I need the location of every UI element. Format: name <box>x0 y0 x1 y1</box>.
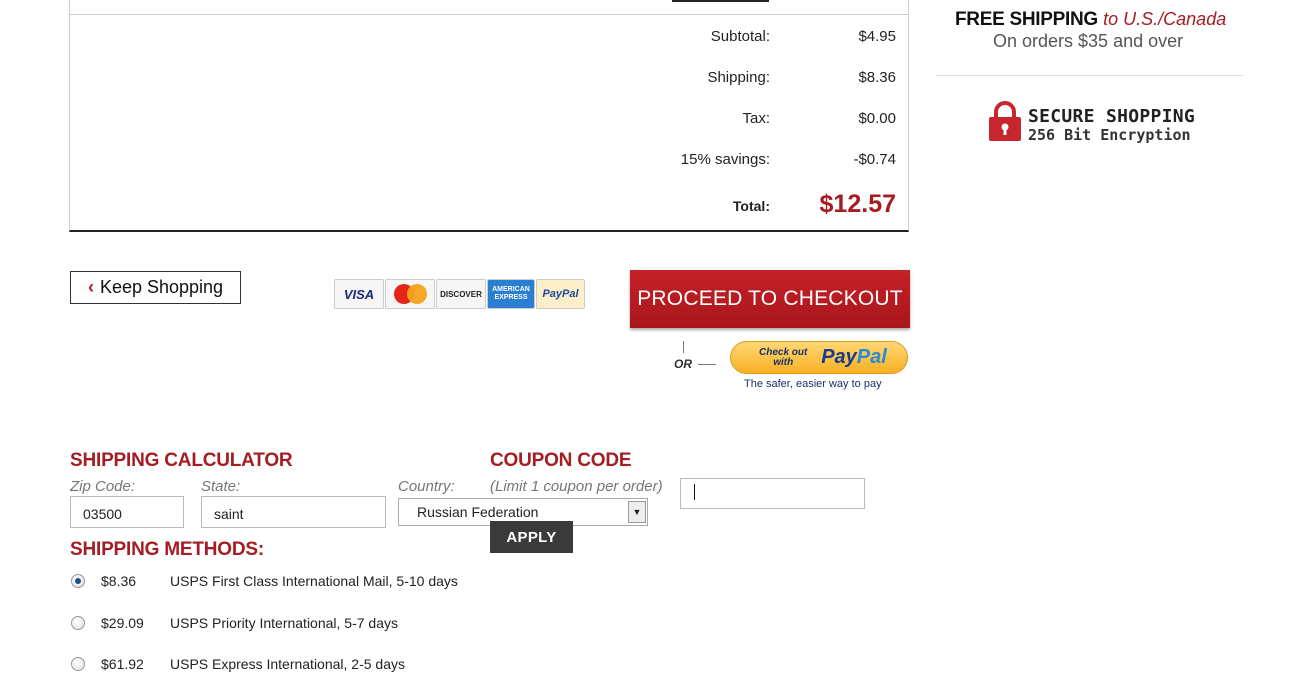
shipping-calculator-title: SHIPPING CALCULATOR <box>70 450 293 471</box>
method-description: USPS First Class International Mail, 5-1… <box>170 573 458 589</box>
method-radio-selected[interactable] <box>71 574 85 588</box>
dropdown-arrow-icon[interactable]: ▼ <box>628 501 646 523</box>
lock-icon <box>989 101 1021 141</box>
shipping-label: Shipping: <box>707 69 770 86</box>
text-cursor <box>694 484 695 500</box>
paypal-logo-pay: Pay <box>821 346 857 368</box>
visa-text: VISA <box>343 286 375 302</box>
zip-code-input[interactable]: 03500 <box>70 496 184 528</box>
apply-coupon-button[interactable]: APPLY <box>490 521 573 553</box>
savings-label: 15% savings: <box>680 151 770 168</box>
shipping-value: $8.36 <box>858 69 896 86</box>
country-selected-value: Russian Federation <box>417 504 539 520</box>
shipping-methods-title: SHIPPING METHODS: <box>70 539 265 560</box>
method-price: $61.92 <box>101 656 144 672</box>
amex-text: AMERICAN EXPRESS <box>492 286 530 301</box>
coupon-code-title: COUPON CODE <box>490 450 632 471</box>
subtotal-label: Subtotal: <box>710 28 770 45</box>
paypal-logo: PayPal <box>821 346 887 369</box>
proceed-to-checkout-button[interactable]: PROCEED TO CHECKOUT <box>630 270 910 328</box>
or-divider-vertical <box>683 341 684 353</box>
paypal-checkout-button[interactable]: Check out with PayPal <box>730 341 908 374</box>
method-description: USPS Priority International, 5-7 days <box>170 615 398 631</box>
state-label: State: <box>201 478 241 495</box>
discover-text: DISCOVER <box>440 289 482 299</box>
country-label: Country: <box>398 478 455 495</box>
method-radio[interactable] <box>71 616 85 630</box>
method-description: USPS Express International, 2-5 days <box>170 656 406 672</box>
keep-shopping-button[interactable]: ‹ Keep Shopping <box>70 271 241 304</box>
coupon-limit-note: (Limit 1 coupon per order) <box>490 478 663 495</box>
chevron-left-icon: ‹ <box>87 277 94 297</box>
zip-label: Zip Code: <box>70 478 136 495</box>
mastercard-card-icon <box>385 279 435 309</box>
free-shipping-subtitle: On orders $35 and over <box>993 31 1184 51</box>
tax-label: Tax: <box>742 110 770 127</box>
coupon-code-input[interactable] <box>680 478 865 509</box>
state-input[interactable]: saint <box>201 496 386 528</box>
amex-card-icon: AMERICAN EXPRESS <box>487 279 535 309</box>
paypal-logo-pal: Pal <box>856 346 887 368</box>
summary-divider <box>69 14 909 15</box>
or-divider-horizontal <box>698 364 716 365</box>
or-label: OR <box>674 357 692 371</box>
shipping-method-option[interactable]: $8.36 USPS First Class International Mai… <box>70 569 458 593</box>
paypal-tagline: The safer, easier way to pay <box>744 378 882 390</box>
savings-value: -$0.74 <box>853 151 896 168</box>
method-price: $8.36 <box>101 573 137 589</box>
keep-shopping-label: Keep Shopping <box>99 277 224 297</box>
method-price: $29.09 <box>101 615 144 631</box>
subtotal-value: $4.95 <box>858 28 896 45</box>
secure-shopping-title: SECURE SHOPPING <box>1028 106 1196 127</box>
free-shipping-title: FREE SHIPPING <box>955 9 1098 30</box>
total-label: Total: <box>732 198 770 214</box>
order-summary <box>69 0 909 232</box>
paypal-small-text: Check out with <box>759 346 808 368</box>
total-value: $12.57 <box>819 190 896 218</box>
secure-shopping-subtitle: 256 Bit Encryption <box>1028 126 1191 144</box>
promo-divider <box>936 75 1243 76</box>
free-shipping-banner: FREE SHIPPING to U.S./Canada <box>955 9 1226 31</box>
tax-value: $0.00 <box>858 110 896 127</box>
free-shipping-region: to U.S./Canada <box>1103 9 1227 29</box>
visa-card-icon: VISA <box>334 279 384 309</box>
shipping-method-option[interactable]: $61.92 USPS Express International, 2-5 d… <box>70 652 405 676</box>
discover-card-icon: DISCOVER <box>436 279 486 309</box>
shipping-method-option[interactable]: $29.09 USPS Priority International, 5-7 … <box>70 611 398 635</box>
method-radio[interactable] <box>71 657 85 671</box>
summary-tab-marker <box>672 0 769 2</box>
paypal-card-text: PayPal <box>542 288 579 300</box>
paypal-card-icon: PayPal <box>536 279 585 309</box>
